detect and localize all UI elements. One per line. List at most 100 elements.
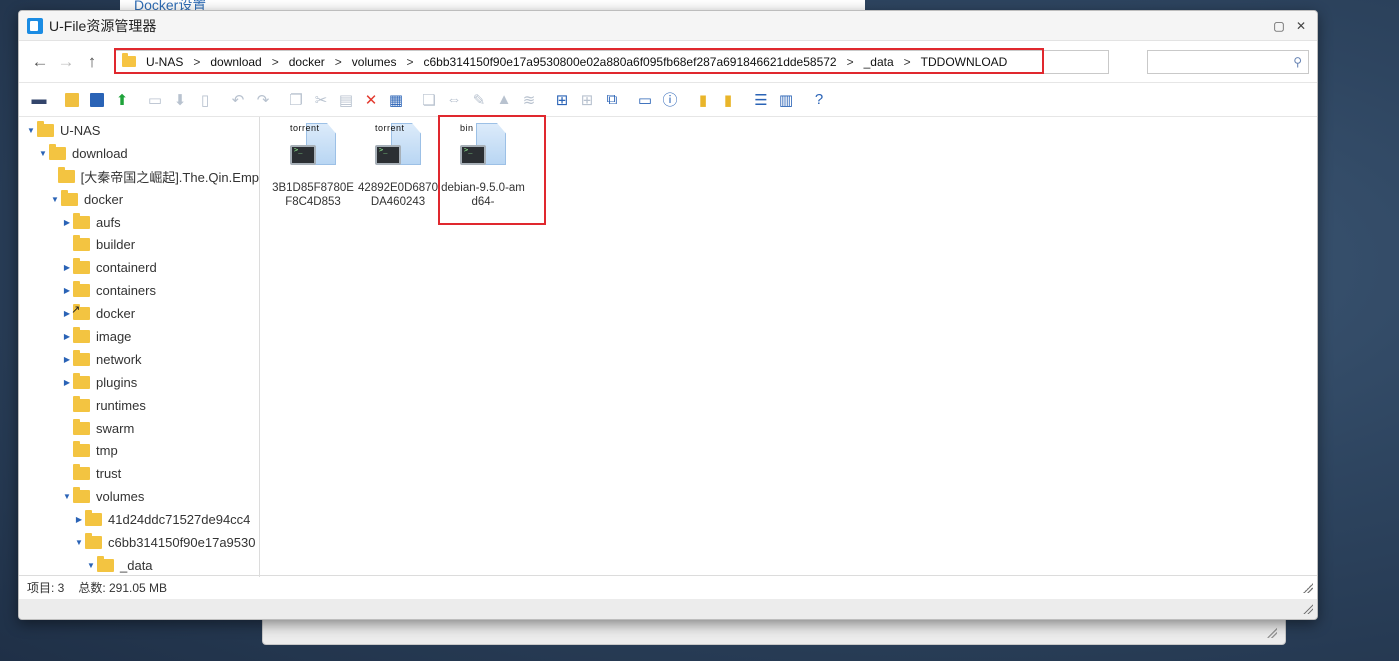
list-view-icon[interactable]: ☰ [749,88,773,112]
tree-item[interactable]: trust [19,462,259,485]
upload-icon[interactable]: ⬆ [110,88,134,112]
search-icon[interactable]: ⚲ [1293,55,1302,69]
tree-item[interactable]: ▶ containers [19,279,259,302]
tree-item-label: swarm [96,420,135,436]
breadcrumb-item[interactable]: volumes [350,55,399,69]
tree-item-label: c6bb314150f90e17a9530 [108,534,256,550]
total-size: 总数: 291.05 MB [78,581,168,595]
edit-icon[interactable]: ✎ [467,88,491,112]
window-resize-icon[interactable] [1303,604,1313,614]
tree-item[interactable]: ▼ docker [19,188,259,211]
file-item[interactable]: torrent 3B1D85F8780EF8C4D853 [270,123,356,233]
tree-item[interactable]: ▶docker [19,302,259,325]
new-folder-icon[interactable] [60,88,84,112]
tree-item[interactable]: ▶ containerd [19,256,259,279]
collapsed-arrow-icon[interactable]: ▶ [61,263,73,272]
breadcrumb-item[interactable]: docker [287,55,327,69]
hdd-icon[interactable]: ▬ [27,88,51,112]
collapsed-arrow-icon[interactable]: ▶ [61,218,73,227]
view-large-icon[interactable]: ⊞ [550,88,574,112]
tree-item[interactable]: ▶ plugins [19,371,259,394]
collapsed-arrow-icon[interactable]: ▶ [61,286,73,295]
breadcrumb-item[interactable]: _data [862,55,896,69]
tree-item[interactable]: ▼ download [19,142,259,165]
tree-item-label: plugins [96,374,138,390]
tree-item[interactable]: tmp [19,439,259,462]
tree-item-label: docker [84,191,124,207]
presentation-icon[interactable]: ▭ [633,88,657,112]
folder-icon [73,281,90,298]
expanded-arrow-icon[interactable]: ▼ [73,538,85,547]
duplicate-icon[interactable]: ❏ [417,88,441,112]
maximize-icon[interactable]: ▢ [1269,16,1289,36]
tree-item[interactable]: ▶ aufs [19,211,259,234]
tree-item[interactable]: ▼ _data [19,554,259,577]
details-view-icon[interactable]: ▥ [774,88,798,112]
breadcrumb-item[interactable]: c6bb314150f90e17a9530800e02a880a6f095fb6… [422,55,839,69]
paste-icon[interactable]: ▤ [334,88,358,112]
tree-item[interactable]: [大秦帝国之崛起].The.Qin.Emp [19,165,259,188]
tree-item-label: runtimes [96,397,146,413]
collapsed-arrow-icon[interactable]: ▶ [61,355,73,364]
tree-item[interactable]: swarm [19,417,259,440]
collapsed-arrow-icon[interactable]: ▶ [61,378,73,387]
file-disabled-icon[interactable]: ▯ [193,88,217,112]
tree-item[interactable]: ▶ 41d24ddc71527de94cc4 [19,508,259,531]
help-icon[interactable]: ? [807,88,831,112]
forward-arrow-icon[interactable]: → [53,49,79,75]
delete-icon[interactable]: ✕ [359,88,383,112]
archive-icon[interactable]: ▮ [691,88,715,112]
download-icon[interactable]: ⬇ [168,88,192,112]
expanded-arrow-icon[interactable]: ▼ [49,195,61,204]
collapsed-arrow-icon[interactable]: ▶ [61,332,73,341]
new-file-icon[interactable] [85,88,109,112]
expanded-arrow-icon[interactable]: ▼ [61,492,73,501]
move-icon[interactable]: ⇔ [442,88,466,112]
folder-disabled-icon[interactable]: ▭ [143,88,167,112]
expanded-arrow-icon[interactable]: ▼ [85,561,97,570]
cut-icon[interactable]: ✂ [309,88,333,112]
tree-item-label: image [96,328,132,344]
expanded-arrow-icon[interactable]: ▼ [25,126,37,135]
copy-icon[interactable]: ❐ [284,88,308,112]
search-input[interactable]: ⚲ [1147,49,1309,74]
tree-item[interactable]: ▼ volumes [19,485,259,508]
breadcrumb-item[interactable]: TDDOWNLOAD [919,55,1010,69]
view-small-icon[interactable]: ⧉ [600,88,624,112]
collapsed-arrow-icon[interactable]: ▶ [73,515,85,524]
file-item[interactable]: bin debian-9.5.0-amd64- [440,123,526,233]
tree-item[interactable]: builder [19,233,259,256]
footer-bar [19,599,1317,619]
file-list: torrent 3B1D85F8780EF8C4D853 torrent 42892E… [260,115,1317,577]
close-icon[interactable]: ✕ [1291,16,1311,36]
tree-item[interactable]: ▶ network [19,348,259,371]
file-item[interactable]: torrent 42892E0D6870DA460243 [355,123,441,233]
resize-grip-icon[interactable] [1303,582,1313,593]
breadcrumb-item[interactable]: U-NAS [144,55,185,69]
archive2-icon[interactable]: ▮ [716,88,740,112]
tree-item[interactable]: ▼ c6bb314150f90e17a9530 [19,531,259,554]
item-count: 项目: 3 [27,581,65,595]
tree-item[interactable]: ▼ U-NAS [19,119,259,142]
info-icon[interactable]: ⓘ [658,88,682,112]
breadcrumb-item[interactable]: download [208,55,263,69]
extract-icon[interactable]: ≋ [517,88,541,112]
undo-icon[interactable]: ↶ [226,88,250,112]
address-bar[interactable]: U-NAS > download > docker > volumes > c6bb314150… [114,47,1109,74]
redo-icon[interactable]: ↷ [251,88,275,112]
tree-item-label: volumes [96,489,145,505]
rename-icon[interactable]: ▦ [384,88,408,112]
title-bar[interactable]: U-File资源管理器 ▢ ✕ [19,11,1317,41]
folder-shortcut-icon [71,303,90,321]
file-extension-label: torrent [375,123,405,133]
folder-icon [73,212,90,229]
view-medium-icon[interactable]: ⊞ [575,88,599,112]
tree-item[interactable]: ▶ image [19,325,259,348]
resize-grip-icon[interactable] [1267,628,1277,638]
compress-icon[interactable]: ▲ [492,88,516,112]
window-controls: ▢ ✕ [1269,16,1317,36]
expanded-arrow-icon[interactable]: ▼ [37,149,49,158]
back-arrow-icon[interactable]: ← [27,49,53,75]
tree-item[interactable]: runtimes [19,394,259,417]
up-arrow-icon[interactable]: ↑ [79,49,105,75]
